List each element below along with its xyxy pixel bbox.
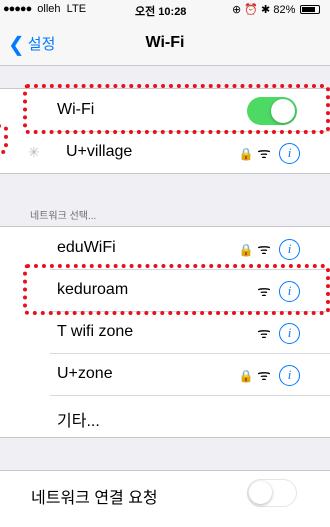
network-section-header: 네트워크 선택... (30, 211, 97, 222)
wifi-signal-icon: ᯤ (257, 145, 271, 162)
network-list: eduWiFi 🔒 ᯤ i keduroam ᯤ i T wifi zone ᯤ… (0, 226, 330, 438)
loading-spinner-icon: ✳ (28, 144, 40, 160)
network-status-icons: 🔒 ᯤ i (238, 239, 300, 260)
network-name: eduWiFi (57, 239, 116, 256)
network-name: T wifi zone (57, 323, 134, 340)
carrier-name: olleh (37, 3, 61, 15)
wifi-highlight-box (23, 84, 330, 134)
lock-icon: 🔒 (238, 368, 254, 383)
status-time: 오전 10:28 (135, 6, 187, 18)
ask-to-join-toggle[interactable] (247, 479, 297, 507)
lock-icon: 🔒 (238, 146, 254, 161)
lock-rotation-icon: ⊕ (232, 4, 242, 16)
connected-network-row[interactable]: ✳ U+village 🔒 ᯤ i (0, 131, 330, 173)
network-status-icons: 🔒 ᯤ i (238, 143, 300, 164)
network-type: LTE (66, 3, 87, 15)
keduroam-highlight-box (23, 264, 330, 315)
battery-icon (300, 5, 321, 14)
edge-highlight-fragment (0, 124, 8, 154)
info-button[interactable]: i (279, 239, 300, 260)
network-status-icons: ᯤ i (254, 323, 300, 344)
other-network-item[interactable]: 기타... (0, 395, 330, 437)
connected-network-name: U+village (66, 143, 133, 160)
wifi-signal-icon: ᯤ (257, 325, 271, 342)
info-button[interactable]: i (279, 143, 300, 164)
battery-percent: 82% (273, 4, 296, 16)
lock-icon: 🔒 (238, 242, 254, 257)
ask-to-join-group: 네트워크 연결 요청 (0, 470, 330, 527)
network-status-icons: 🔒 ᯤ i (238, 365, 300, 386)
carrier-indicator: ●●●●● olleh LTE (3, 3, 86, 15)
signal-strength-icon: ●●●●● (3, 3, 32, 15)
page-title: Wi-Fi (145, 34, 185, 51)
navigation-bar: ❮ 설정 Wi-Fi (0, 20, 330, 66)
wifi-signal-icon: ᯤ (257, 241, 271, 258)
ask-to-join-row: 네트워크 연결 요청 (0, 471, 330, 513)
status-icons: ⊕ ⏰ ✱ 82% (232, 3, 321, 16)
info-button[interactable]: i (279, 323, 300, 344)
network-item[interactable]: T wifi zone ᯤ i (0, 311, 330, 353)
status-bar: ●●●●● olleh LTE 오전 10:28 ⊕ ⏰ ✱ 82% (0, 0, 330, 20)
info-button[interactable]: i (279, 365, 300, 386)
wifi-signal-icon: ᯤ (257, 367, 271, 384)
bluetooth-icon: ✱ (261, 4, 271, 16)
alarm-icon: ⏰ (244, 4, 258, 16)
other-network-label: 기타... (57, 413, 100, 430)
network-item[interactable]: eduWiFi 🔒 ᯤ i (0, 227, 330, 269)
network-item[interactable]: U+zone 🔒 ᯤ i (0, 353, 330, 395)
network-name: U+zone (57, 365, 113, 382)
ask-to-join-label: 네트워크 연결 요청 (31, 490, 158, 507)
